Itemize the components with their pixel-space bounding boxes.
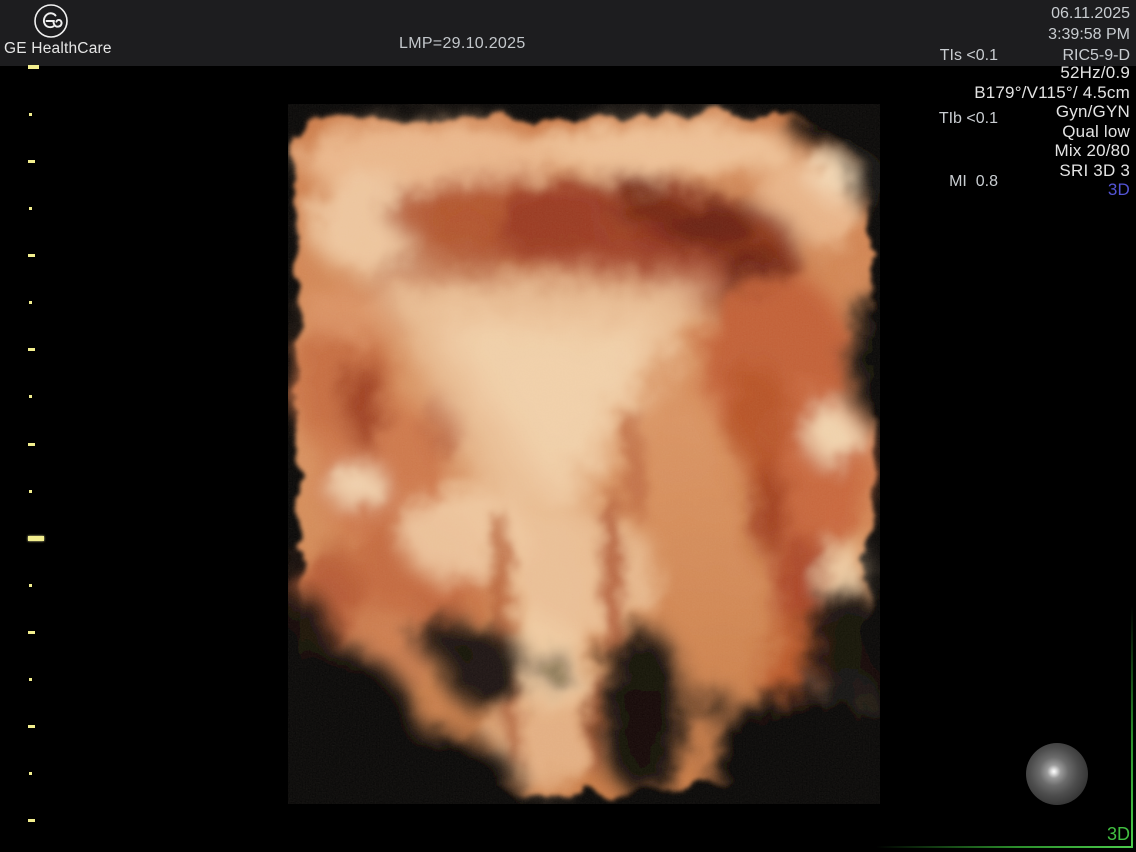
- depth-ruler: [0, 0, 60, 852]
- ruler-tick-dash: [28, 348, 35, 351]
- render-box-edge-vertical: [1131, 606, 1133, 847]
- ruler-tick-dash: [28, 631, 35, 634]
- ruler-tick-dot: [29, 395, 32, 398]
- trackball-indicator: [1026, 743, 1088, 805]
- lmp-label: LMP=29.10.2025: [399, 35, 526, 53]
- ruler-tick-dash: [28, 443, 35, 446]
- exam-time: 3:39:58 PM: [1048, 24, 1130, 45]
- uterus-3d-render: [288, 104, 880, 804]
- ruler-tick-dot: [29, 301, 32, 304]
- exam-date: 06.11.2025: [1048, 3, 1130, 24]
- render-viewport[interactable]: [288, 104, 880, 804]
- render-box-corner-label: 3D: [1107, 824, 1130, 845]
- param-preset: Gyn/GYN: [974, 102, 1130, 122]
- ruler-tick-dash: [28, 254, 35, 257]
- ruler-tick-dash: [28, 160, 35, 163]
- ruler-tick-dot: [29, 678, 32, 681]
- active-mode-label: 3D: [974, 180, 1130, 200]
- param-frame-rate: 52Hz/0.9: [974, 63, 1130, 83]
- ruler-tick-dot: [29, 772, 32, 775]
- datetime-probe-block: 06.11.2025 3:39:58 PM RIC5-9-D: [1048, 3, 1130, 66]
- ruler-tick-dash: [28, 819, 35, 822]
- ruler-tick-focus: [28, 536, 44, 541]
- acquisition-parameters: 52Hz/0.9 B179°/V115°/ 4.5cm Gyn/GYN Qual…: [974, 63, 1130, 200]
- param-mix: Mix 20/80: [974, 141, 1130, 161]
- header-bar: GE HealthCare LMP=29.10.2025 TIs <0.1 TI…: [0, 0, 1136, 66]
- param-volume-angle: B179°/V115°/ 4.5cm: [974, 83, 1130, 103]
- param-quality: Qual low: [974, 122, 1130, 142]
- ruler-tick-dot: [29, 584, 32, 587]
- ruler-tick-dot: [29, 207, 32, 210]
- ruler-tick-major: [28, 65, 39, 69]
- param-sri: SRI 3D 3: [974, 161, 1130, 181]
- render-box-edge-horizontal: [876, 846, 1133, 848]
- ruler-tick-dash: [28, 725, 35, 728]
- ruler-tick-dot: [29, 113, 32, 116]
- ultrasound-screen: GE HealthCare LMP=29.10.2025 TIs <0.1 TI…: [0, 0, 1136, 852]
- ruler-tick-dot: [29, 490, 32, 493]
